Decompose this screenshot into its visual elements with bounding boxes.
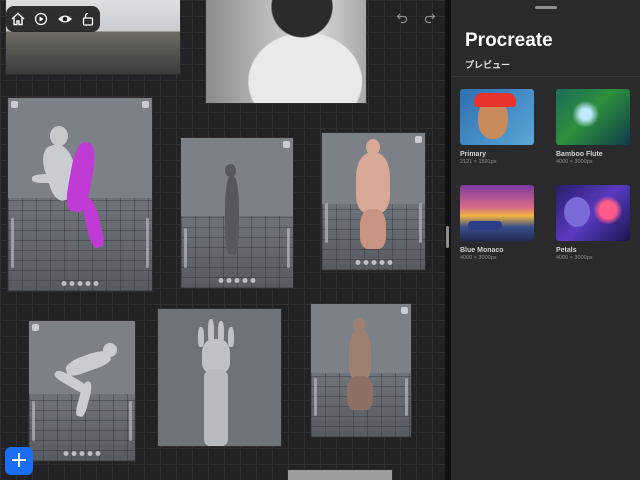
divider-handle[interactable] — [446, 226, 449, 248]
car-shape — [468, 221, 502, 230]
moodboard-canvas[interactable]: + — [0, 0, 445, 480]
figure-legs — [347, 376, 373, 410]
hand-finger — [228, 327, 234, 347]
artwork-thumbnail[interactable] — [460, 185, 534, 241]
artwork-thumbnail[interactable] — [556, 89, 630, 145]
add-button[interactable]: + — [5, 447, 33, 475]
artwork-name: Petals — [556, 247, 577, 254]
figure-legs — [360, 209, 386, 249]
figure-body — [356, 153, 390, 213]
light-slider[interactable] — [325, 203, 328, 243]
panel-subtitle: プレビュー — [465, 61, 511, 71]
corner-handle[interactable] — [415, 136, 422, 143]
home-icon[interactable] — [8, 9, 28, 29]
hand-finger — [218, 321, 224, 343]
reference-3d-pose-magenta[interactable] — [8, 98, 152, 291]
light-slider[interactable] — [419, 203, 422, 243]
redo-icon[interactable] — [422, 10, 438, 26]
figure-arm — [32, 174, 68, 183]
corner-handle[interactable] — [11, 101, 18, 108]
corner-handle[interactable] — [283, 141, 290, 148]
panel-grabber[interactable] — [535, 6, 557, 9]
artwork-item-blue-monaco[interactable]: Blue Monaco 4000 × 3000px — [460, 185, 540, 261]
light-slider[interactable] — [314, 378, 317, 416]
reference-photo-portrait[interactable] — [206, 0, 366, 103]
reference-3d-pose-back[interactable] — [322, 133, 425, 270]
light-slider[interactable] — [287, 228, 290, 268]
canvas-toolbar — [6, 6, 100, 32]
light-slider[interactable] — [11, 218, 14, 268]
reference-3d-hand[interactable] — [158, 309, 281, 446]
reference-3d-pose-sprint[interactable] — [29, 321, 135, 461]
figure-body — [225, 176, 239, 254]
light-slider[interactable] — [146, 218, 149, 268]
panel-title: Procreate — [465, 30, 553, 51]
figure-head — [50, 126, 68, 146]
artwork-thumbnail[interactable] — [556, 185, 630, 241]
procreate-preview-panel: Procreate プレビュー Primary 2121 × 1591px Ba… — [451, 0, 640, 480]
view-controls[interactable] — [63, 451, 101, 456]
light-slider[interactable] — [129, 401, 132, 441]
hand-palm — [202, 339, 230, 373]
eye-icon[interactable] — [55, 9, 75, 29]
artwork-name: Primary — [460, 151, 487, 158]
artwork-name: Blue Monaco — [460, 247, 504, 254]
divider — [451, 76, 640, 77]
artwork-size: 4000 × 3000px — [556, 255, 593, 261]
face-shape — [564, 197, 590, 227]
artwork-item-petals[interactable]: Petals 4000 × 3000px — [556, 185, 636, 261]
light-slider[interactable] — [184, 228, 187, 268]
undo-icon[interactable] — [394, 10, 410, 26]
hand-finger — [208, 319, 214, 343]
lock-icon[interactable] — [78, 9, 98, 29]
red-cap — [474, 93, 516, 107]
artwork-name: Bamboo Flute — [556, 151, 603, 158]
artwork-item-bamboo-flute[interactable]: Bamboo Flute 4000 × 3000px — [556, 89, 636, 165]
artwork-item-primary[interactable]: Primary 2121 × 1591px — [460, 89, 540, 165]
play-icon[interactable] — [31, 9, 51, 29]
light-slider[interactable] — [405, 378, 408, 416]
reference-partial[interactable] — [288, 470, 392, 480]
light-slider[interactable] — [32, 401, 35, 441]
artwork-size: 2121 × 1591px — [460, 159, 497, 165]
artwork-size: 4000 × 3000px — [556, 159, 593, 165]
reference-3d-pose-flex[interactable] — [311, 304, 411, 437]
view-controls[interactable] — [218, 278, 256, 283]
hand-forearm — [204, 369, 228, 446]
corner-handle[interactable] — [32, 324, 39, 331]
view-controls[interactable] — [61, 281, 99, 286]
reference-3d-pose-standing[interactable] — [181, 138, 293, 288]
hand-finger — [198, 327, 204, 347]
figure-body — [63, 347, 113, 379]
undo-redo-controls — [394, 10, 438, 26]
view-controls[interactable] — [355, 260, 392, 265]
corner-handle[interactable] — [401, 307, 408, 314]
figure-body — [349, 330, 371, 380]
artwork-thumbnail[interactable] — [460, 89, 534, 145]
artwork-size: 4000 × 3000px — [460, 255, 497, 261]
corner-handle[interactable] — [142, 101, 149, 108]
